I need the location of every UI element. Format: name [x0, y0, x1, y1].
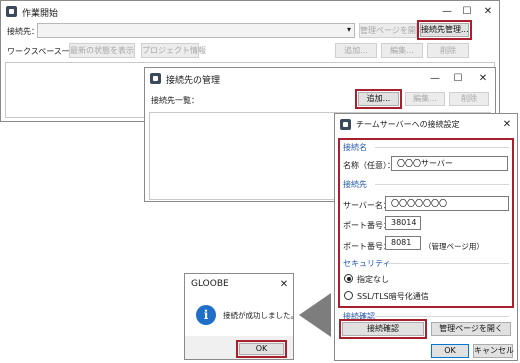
settings-titlebar: チームサーバーへの接続設定 ✕ — [335, 114, 517, 136]
name-label: 名称（任意）： — [343, 161, 395, 170]
connection-target-heading: 接続先 — [343, 180, 367, 189]
settings-dialog-title: チームサーバーへの接続設定 — [356, 120, 460, 129]
security-ssl-label: SSL/TLS暗号化通信 — [357, 292, 429, 301]
manage-delete-button[interactable]: 削除 — [449, 92, 489, 106]
connection-label: 接続先： — [7, 27, 39, 36]
server-name-label: サーバー名： — [343, 201, 391, 210]
main-window-title: 作業開始 — [22, 9, 59, 19]
connection-list-label: 接続先一覧： — [151, 96, 199, 105]
security-none-radio[interactable] — [344, 274, 353, 283]
project-info-button[interactable]: プロジェクト情報 — [141, 43, 206, 58]
message-box: GLOOBE ✕ i 接続が成功しました。 OK — [184, 273, 298, 360]
name-field[interactable]: 〇〇〇サーバー — [391, 156, 508, 171]
close-button[interactable]: ✕ — [499, 117, 515, 133]
minimize-button[interactable]: — — [427, 71, 443, 87]
admin-port-label: ポート番号： — [343, 242, 391, 251]
close-button[interactable]: ✕ — [480, 4, 496, 20]
maximize-button[interactable]: ☐ — [459, 4, 475, 20]
admin-port-note: （管理ページ用） — [424, 242, 484, 251]
arrow-left-icon — [299, 293, 331, 337]
connection-manage-button[interactable]: 接続先管理... — [420, 23, 469, 37]
open-admin-page-button[interactable]: 管理ページを開く — [359, 23, 424, 38]
divider — [375, 184, 509, 185]
connection-select[interactable]: ▾ — [37, 23, 355, 38]
divider — [375, 147, 509, 148]
message-ok-button[interactable]: OK — [239, 343, 284, 355]
manage-window-title: 接続先の管理 — [166, 76, 221, 86]
security-ssl-radio[interactable] — [344, 291, 353, 300]
open-admin-page-button[interactable]: 管理ページを開く — [431, 322, 511, 336]
message-box-title: GLOOBE — [191, 279, 229, 289]
close-button[interactable]: ✕ — [475, 71, 491, 87]
security-heading: セキュリティ — [343, 259, 391, 268]
connection-name-heading: 接続名 — [343, 143, 367, 152]
port-label: ポート番号： — [343, 221, 391, 230]
manage-titlebar: 接続先の管理 — ☐ ✕ — [145, 68, 495, 90]
success-message: 接続が成功しました。 — [223, 311, 298, 320]
workspace-delete-button[interactable]: 削除 — [427, 43, 469, 58]
show-latest-button[interactable]: 最新の状態を表示 — [69, 43, 135, 58]
message-titlebar: GLOOBE ✕ — [185, 274, 293, 296]
close-button[interactable]: ✕ — [276, 277, 292, 293]
workspace-edit-button[interactable]: 編集... — [381, 43, 423, 58]
info-icon: i — [196, 305, 216, 325]
port-field[interactable]: 38014 — [385, 216, 421, 230]
settings-cancel-button[interactable]: キャンセル — [473, 344, 514, 358]
connection-check-button[interactable]: 接続確認 — [342, 322, 424, 336]
divider — [387, 263, 509, 264]
manage-add-button[interactable]: 追加... — [358, 92, 399, 106]
workspace-add-button[interactable]: 追加... — [335, 43, 377, 58]
settings-ok-button[interactable]: OK — [431, 344, 469, 358]
app-icon — [150, 73, 161, 84]
chevron-down-icon: ▾ — [346, 25, 351, 34]
app-icon — [340, 119, 351, 130]
settings-dialog: チームサーバーへの接続設定 ✕ 接続名 名称（任意）： 〇〇〇サーバー 接続先 … — [334, 113, 518, 361]
maximize-button[interactable]: ☐ — [450, 71, 466, 87]
security-none-label: 指定なし — [357, 275, 389, 284]
admin-port-field[interactable]: 8081 — [385, 236, 421, 250]
minimize-button[interactable]: — — [439, 4, 455, 20]
server-name-field[interactable]: 〇〇〇〇〇〇〇 — [385, 196, 509, 211]
manage-edit-button[interactable]: 編集... — [405, 92, 445, 106]
divider — [375, 316, 509, 317]
app-icon — [6, 6, 17, 17]
